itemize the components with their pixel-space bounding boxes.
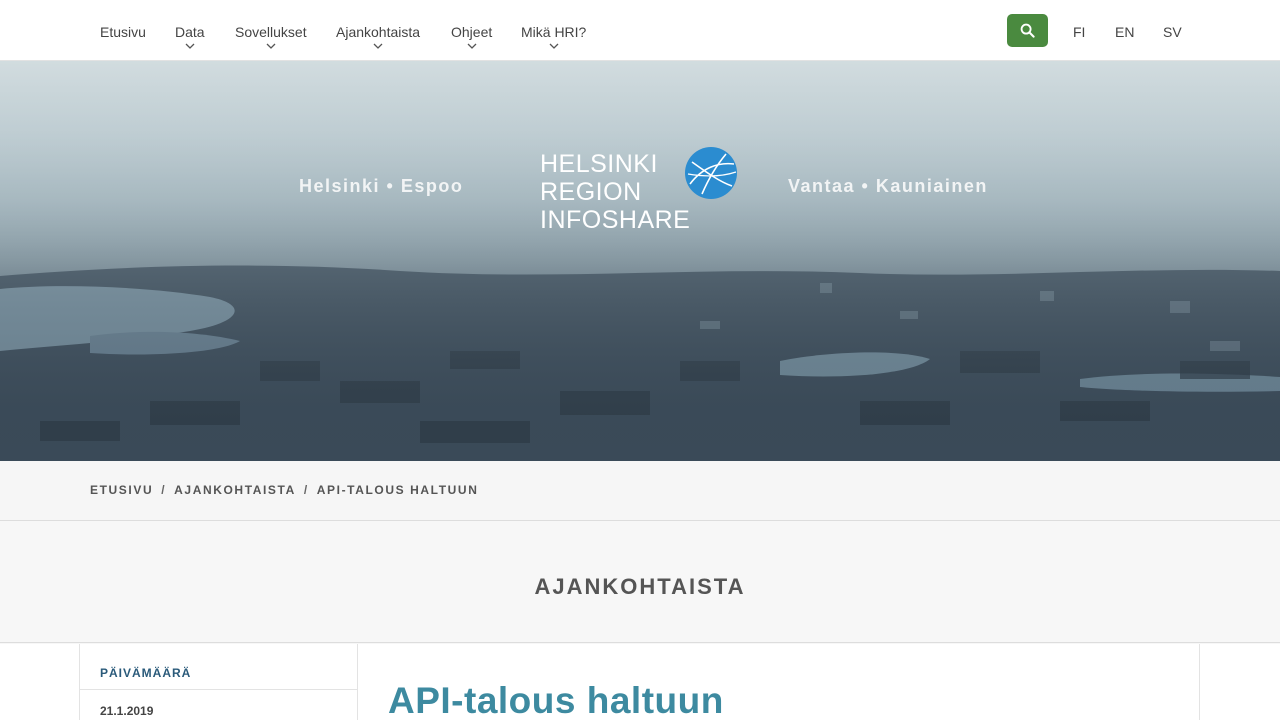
divider (80, 689, 358, 690)
breadcrumb-item-etusivu[interactable]: ETUSIVU (90, 483, 153, 497)
nav-item-label: Ajankohtaista (336, 24, 421, 40)
city-aerial-image (0, 61, 1280, 461)
nav-item-data[interactable]: Data (175, 24, 205, 50)
chevron-down-icon (373, 43, 383, 49)
nav-item-etusivu[interactable]: Etusivu (100, 24, 146, 40)
language-sv[interactable]: SV (1163, 24, 1182, 40)
search-icon (1020, 23, 1035, 38)
article-sidebar: PÄIVÄMÄÄRÄ 21.1.2019 (79, 644, 358, 720)
nav-item-label: Data (175, 24, 205, 40)
breadcrumb: ETUSIVU / AJANKOHTAISTA / API-TALOUS HALTUUN (90, 483, 478, 497)
top-navigation: Etusivu Data Sovellukset Ajankohtaista O… (0, 0, 1280, 61)
logo-line-1: HELSINKI (540, 150, 658, 178)
language-en[interactable]: EN (1115, 24, 1134, 40)
date-label: PÄIVÄMÄÄRÄ (100, 666, 192, 680)
breadcrumb-item-current: API-TALOUS HALTUUN (316, 483, 479, 497)
nav-item-label: Etusivu (100, 24, 146, 40)
chevron-down-icon (266, 43, 276, 49)
logo-line-2: REGION (540, 178, 642, 206)
article-content: PÄIVÄMÄÄRÄ 21.1.2019 API-talous haltuun (0, 644, 1280, 720)
nav-item-label: Ohjeet (451, 24, 493, 40)
section-title: AJANKOHTAISTA (534, 574, 746, 599)
hero-cities-left: Helsinki • Espoo (299, 176, 464, 196)
hri-logo[interactable]: HELSINKI REGION INFOSHARE (540, 146, 740, 234)
logo-line-3: INFOSHARE (540, 206, 690, 231)
nav-item-mika-hri[interactable]: Mikä HRI? (521, 24, 586, 50)
language-fi[interactable]: FI (1073, 24, 1085, 40)
nav-item-sovellukset[interactable]: Sovellukset (235, 24, 307, 50)
hri-logo-mark: HELSINKI REGION INFOSHARE (540, 147, 737, 234)
nav-item-ajankohtaista[interactable]: Ajankohtaista (336, 24, 420, 50)
article-title: API-talous haltuun (388, 680, 724, 720)
breadcrumb-separator: / (161, 483, 167, 497)
hero-cities-right: Vantaa • Kauniainen (788, 176, 988, 196)
nav-item-label: Sovellukset (235, 24, 307, 40)
breadcrumb-bar: ETUSIVU / AJANKOHTAISTA / API-TALOUS HALTUUN (0, 461, 1280, 521)
search-button[interactable] (1007, 14, 1048, 47)
hero-banner: Helsinki • Espoo HELSINKI REGION INFOSHA… (0, 61, 1280, 461)
globe-icon (685, 147, 737, 199)
nav-item-ohjeet[interactable]: Ohjeet (451, 24, 492, 50)
nav-item-label: Mikä HRI? (521, 24, 587, 40)
section-header: AJANKOHTAISTA (0, 521, 1280, 643)
divider (1199, 644, 1200, 720)
chevron-down-icon (467, 43, 477, 49)
chevron-down-icon (185, 43, 195, 49)
date-value: 21.1.2019 (100, 704, 154, 718)
breadcrumb-item-ajankohtaista[interactable]: AJANKOHTAISTA (174, 483, 296, 497)
breadcrumb-separator: / (303, 483, 309, 497)
chevron-down-icon (549, 43, 559, 49)
